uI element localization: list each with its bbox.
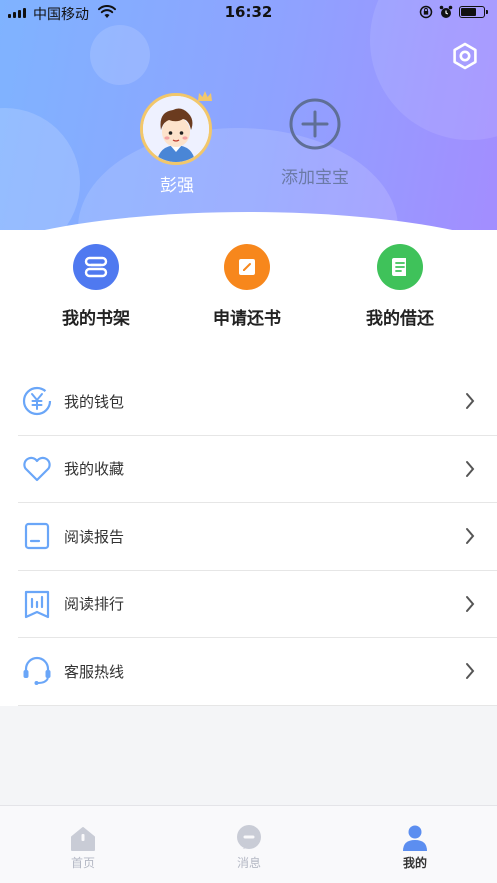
menu-item-reading-ranking[interactable]: 阅读排行	[18, 571, 497, 638]
menu-item-reading-report[interactable]: 阅读报告	[18, 503, 497, 571]
settings-hexagon-icon[interactable]	[450, 41, 480, 71]
menu-item-wallet[interactable]: 我的钱包	[18, 368, 497, 436]
quick-action-borrow-return[interactable]: 我的借还	[345, 244, 455, 329]
headset-icon	[23, 657, 51, 686]
crown-icon	[198, 91, 212, 101]
menu-item-customer-service[interactable]: 客服热线	[18, 638, 497, 706]
menu-item-label: 我的收藏	[64, 460, 125, 479]
quick-action-label: 我的借还	[366, 309, 434, 329]
quick-action-label: 申请还书	[213, 309, 281, 329]
rotation-lock-icon	[419, 5, 433, 19]
boy-avatar-illustration	[143, 96, 209, 162]
menu-item-label: 阅读报告	[64, 527, 125, 546]
chevron-right-icon	[466, 393, 475, 409]
home-icon	[71, 827, 95, 851]
quick-action-return-book[interactable]: 申请还书	[192, 244, 302, 329]
chevron-right-icon	[466, 528, 475, 544]
tab-home[interactable]: 首页	[43, 824, 123, 871]
tab-messages[interactable]: 消息	[209, 824, 289, 871]
menu-item-favorites[interactable]: 我的收藏	[18, 436, 497, 503]
menu-item-label: 阅读排行	[64, 595, 125, 614]
return-book-icon	[224, 244, 270, 290]
profile-menu: 我的钱包 我的收藏 阅读报告 阅读排行 客服热线	[18, 368, 497, 706]
profile-header	[0, 0, 497, 240]
chevron-right-icon	[466, 595, 475, 612]
status-bar: 中国移动 16:32	[0, 0, 497, 26]
ranking-icon	[24, 590, 50, 618]
user-icon	[403, 825, 427, 851]
tab-profile[interactable]: 我的	[375, 824, 455, 871]
menu-item-label: 我的钱包	[64, 392, 125, 411]
borrow-return-icon	[377, 244, 423, 290]
quick-action-label: 我的书架	[62, 309, 130, 329]
baby-avatar[interactable]	[140, 91, 214, 167]
tab-label: 首页	[70, 856, 95, 870]
chevron-right-icon	[466, 460, 475, 477]
tab-label: 消息	[236, 856, 261, 870]
report-icon	[24, 523, 50, 550]
baby-name[interactable]: 彭强	[140, 171, 214, 196]
add-baby-label[interactable]: 添加宝宝	[265, 163, 365, 188]
menu-item-label: 客服热线	[64, 662, 125, 681]
wallet-icon	[22, 387, 52, 416]
bottom-tab-bar: 首页 消息 我的	[0, 805, 497, 883]
heart-icon	[23, 456, 51, 481]
chevron-right-icon	[466, 663, 475, 679]
battery-icon	[459, 6, 488, 18]
alarm-icon	[439, 5, 453, 18]
quick-action-bookshelf[interactable]: 我的书架	[41, 244, 151, 329]
add-baby-icon[interactable]	[288, 97, 342, 151]
bookshelf-icon	[73, 244, 119, 290]
message-icon	[237, 825, 261, 849]
tab-label: 我的	[402, 856, 427, 870]
